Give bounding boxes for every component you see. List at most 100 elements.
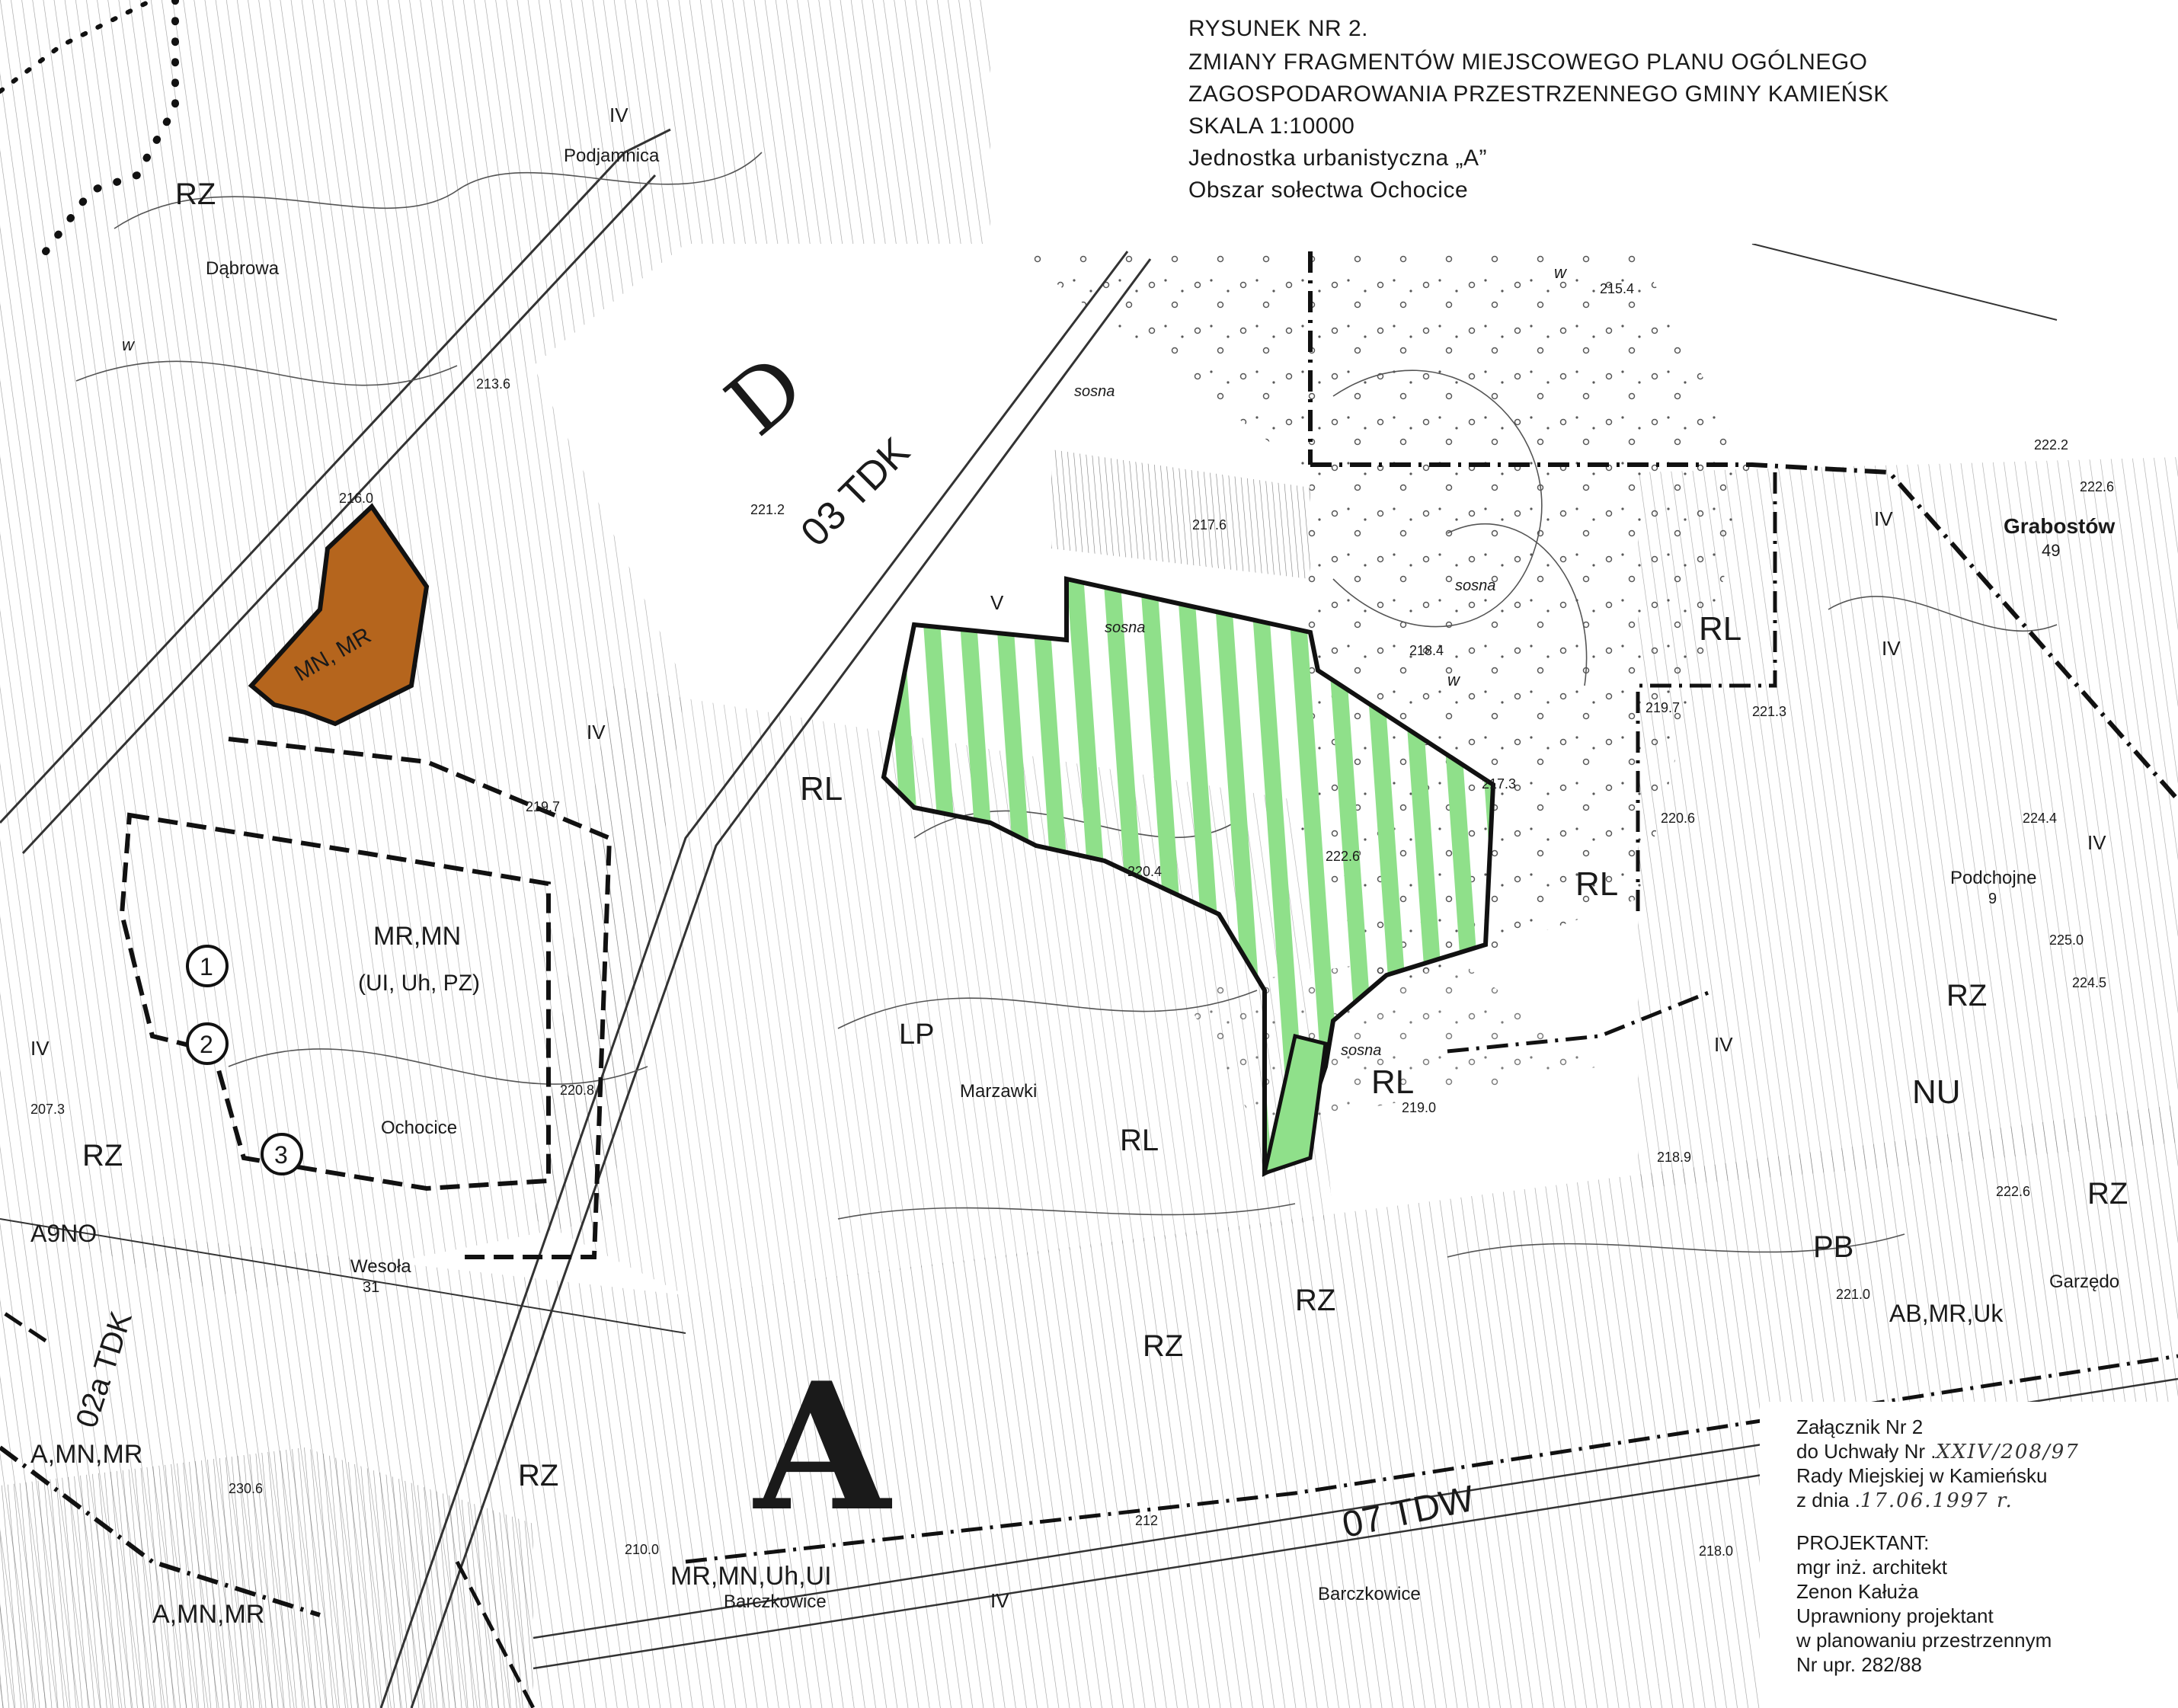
spot-height: 217.3 bbox=[1482, 776, 1516, 792]
spot-height: 218.0 bbox=[1699, 1543, 1733, 1559]
designer-qualification: Uprawniony projektant bbox=[1796, 1604, 1994, 1627]
forest-sosna-4: sosna bbox=[1341, 1042, 1381, 1059]
resolution-number: XXIV/208/97 bbox=[1936, 1441, 2080, 1463]
zone-rz-sw: RZ bbox=[82, 1139, 123, 1172]
water-mark-2: w bbox=[1447, 670, 1461, 689]
zone-rz-south: RZ bbox=[518, 1459, 558, 1492]
zone-rl-east: RL bbox=[1699, 610, 1741, 648]
zone-rz-mid: RZ bbox=[1295, 1284, 1335, 1317]
resolution-prefix: do Uchwały Nr . bbox=[1796, 1440, 1937, 1463]
soil-class-4: IV bbox=[1882, 637, 1901, 660]
zone-mr-mn-south: MR,MN,Uh,UI bbox=[670, 1562, 832, 1591]
forest-sosna-3: sosna bbox=[1455, 577, 1495, 594]
spot-height: 222.6 bbox=[2080, 479, 2114, 494]
designer-name: Zenon Kałuża bbox=[1796, 1580, 1919, 1603]
place-marzawki: Marzawki bbox=[960, 1081, 1037, 1102]
place-grabostow-number: 49 bbox=[2042, 541, 2060, 560]
designer-heading: PROJEKTANT: bbox=[1796, 1531, 1930, 1554]
place-podchojne-number: 9 bbox=[1988, 891, 1997, 907]
soil-class-3: IV bbox=[1874, 507, 1893, 530]
zone-a9no: A9NO bbox=[30, 1220, 97, 1247]
zone-abmr: AB,MR,Uk bbox=[1889, 1300, 2004, 1327]
drawing-title-line-2: ZAGOSPODAROWANIA PRZESTRZENNEGO GMINY KA… bbox=[1188, 82, 1889, 107]
zone-pb: PB bbox=[1813, 1230, 1853, 1264]
zone-rz-south-2: RZ bbox=[1143, 1329, 1183, 1363]
spot-height: 213.6 bbox=[476, 376, 510, 392]
soil-class-1: IV bbox=[609, 104, 628, 126]
spot-height: 220.4 bbox=[1127, 864, 1162, 879]
resolution-date: 17.06.1997 r. bbox=[1860, 1489, 2013, 1512]
annex-block: Załącznik Nr 2 do Uchwały Nr .XXIV/208/9… bbox=[1760, 1402, 2178, 1708]
spot-height: 217.6 bbox=[1192, 517, 1227, 533]
zone-lp: LP bbox=[899, 1019, 934, 1051]
spot-height: 221.0 bbox=[1836, 1287, 1870, 1302]
place-barczkowice-west: Barczkowice bbox=[724, 1591, 827, 1612]
zone-rl-centre: RL bbox=[800, 770, 843, 808]
spot-height: 224.4 bbox=[2023, 811, 2057, 826]
zone-a-mn-mr-south: A,MN,MR bbox=[152, 1600, 264, 1629]
soil-class-6: IV bbox=[1714, 1033, 1733, 1056]
drawing-title-line-1: ZMIANY FRAGMENTÓW MIEJSCOWEGO PLANU OGÓL… bbox=[1188, 50, 1868, 75]
spot-height: 225.0 bbox=[2049, 932, 2084, 948]
spot-height: 221.3 bbox=[1752, 704, 1786, 719]
spot-height: 212 bbox=[1135, 1513, 1158, 1528]
date-prefix: z dnia . bbox=[1796, 1489, 1860, 1511]
spot-height: 219.7 bbox=[1645, 700, 1680, 715]
spot-height: 215.4 bbox=[1600, 281, 1634, 296]
zone-nu: NU bbox=[1912, 1073, 1961, 1111]
spot-height: 220.8 bbox=[560, 1083, 594, 1098]
title-block: RYSUNEK NR 2. ZMIANY FRAGMENTÓW MIEJSCOW… bbox=[990, 0, 2178, 244]
unit-circle-3: 3 bbox=[274, 1141, 288, 1169]
spot-height: 216.0 bbox=[339, 491, 373, 506]
water-mark-3: w bbox=[1554, 263, 1568, 282]
spot-height: 222.6 bbox=[1996, 1184, 2030, 1199]
spot-height: 224.5 bbox=[2072, 975, 2106, 990]
forest-sosna-2: sosna bbox=[1105, 619, 1145, 636]
soil-class-2: IV bbox=[587, 721, 606, 744]
spot-height: 221.2 bbox=[750, 502, 785, 517]
drawing-number: RYSUNEK NR 2. bbox=[1188, 16, 1369, 41]
forest-sosna-1: sosna bbox=[1074, 383, 1115, 400]
council-line: Rady Miejskiej w Kamieńsku bbox=[1796, 1464, 2048, 1487]
place-podjamnica: Podjamnica bbox=[564, 146, 660, 166]
unit-circle-2: 2 bbox=[200, 1031, 213, 1058]
place-barczkowice-east: Barczkowice bbox=[1318, 1584, 1421, 1604]
urban-unit-a-symbol: A bbox=[753, 1345, 893, 1550]
place-grabostow: Grabostów bbox=[2004, 514, 2115, 538]
spot-height: 222.2 bbox=[2034, 437, 2068, 453]
zone-rz-east: RZ bbox=[1946, 979, 1987, 1012]
spot-height: 220.6 bbox=[1661, 811, 1695, 826]
designer-licence: Nr upr. 282/88 bbox=[1796, 1653, 1922, 1676]
spot-height: 218.4 bbox=[1409, 643, 1444, 658]
water-mark-1: w bbox=[122, 335, 136, 354]
zone-rl-mid: RL bbox=[1120, 1124, 1159, 1157]
designer-title: mgr inż. architekt bbox=[1796, 1556, 1947, 1578]
zone-almn-mr: A,MN,MR bbox=[30, 1440, 142, 1469]
designer-field: w planowaniu przestrzennym bbox=[1796, 1629, 2052, 1652]
soil-class-7: IV bbox=[30, 1037, 50, 1060]
date-line: z dnia .17.06.1997 r. bbox=[1796, 1489, 2013, 1512]
place-dabrowa: Dąbrowa bbox=[206, 258, 280, 279]
annex-number: Załącznik Nr 2 bbox=[1796, 1415, 1924, 1438]
place-podchojne: Podchojne bbox=[1950, 868, 2036, 888]
zone-rz-nw: RZ bbox=[175, 178, 216, 211]
spot-height: 218.9 bbox=[1657, 1150, 1691, 1165]
zone-rl-east-2: RL bbox=[1575, 865, 1618, 903]
spot-height: 207.3 bbox=[30, 1102, 65, 1117]
soil-class-8: IV bbox=[990, 1589, 1009, 1612]
drawing-scale: SKALA 1:10000 bbox=[1188, 114, 1355, 139]
place-wesola-number: 31 bbox=[363, 1279, 379, 1296]
spot-height: 219.0 bbox=[1402, 1100, 1436, 1115]
place-wesola: Wesoła bbox=[350, 1256, 411, 1277]
zone-mr-mn: MR,MN bbox=[373, 922, 461, 951]
spot-height: 219.7 bbox=[526, 799, 560, 814]
urban-unit-label: Jednostka urbanistyczna „A” bbox=[1188, 146, 1488, 171]
place-garzedow: Garzędo bbox=[2049, 1271, 2119, 1292]
zone-rl-south: RL bbox=[1371, 1064, 1414, 1101]
area-label: Obszar sołectwa Ochocice bbox=[1188, 178, 1469, 203]
resolution-line: do Uchwały Nr .XXIV/208/97 bbox=[1796, 1440, 2080, 1463]
spot-height: 222.6 bbox=[1326, 849, 1360, 864]
place-ochocice: Ochocice bbox=[381, 1118, 457, 1138]
soil-class-5: IV bbox=[2087, 831, 2106, 854]
spot-height: 210.0 bbox=[625, 1542, 659, 1557]
